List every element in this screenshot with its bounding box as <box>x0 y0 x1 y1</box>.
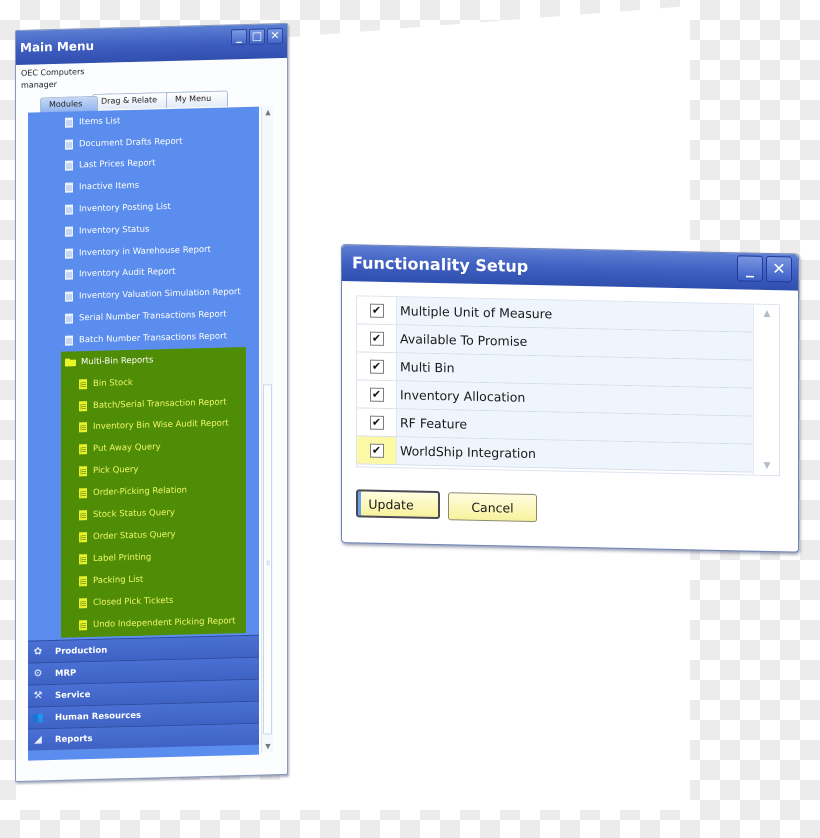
update-button[interactable]: Update <box>356 489 440 520</box>
tree-scrollbar[interactable]: ▲ ⠿ ▼ <box>261 106 274 753</box>
module-label: Human Resources <box>55 710 142 723</box>
document-icon <box>79 400 87 411</box>
multi-bin-item-label: Undo Independent Picking Report <box>93 615 236 630</box>
minimize-button[interactable]: _ <box>231 28 247 46</box>
dialog-minimize-button[interactable]: _ <box>737 255 763 282</box>
folder-open-icon <box>65 358 76 366</box>
close-button[interactable]: ✕ <box>267 27 283 45</box>
checkbox-cell: ✔ <box>357 408 397 437</box>
tree-item-label: Serial Number Transactions Report <box>79 309 227 324</box>
document-icon <box>65 160 73 172</box>
feature-checkbox[interactable]: ✔ <box>369 303 384 318</box>
cancel-button[interactable]: Cancel <box>448 492 537 523</box>
tree-item-label: Document Drafts Report <box>79 136 183 150</box>
multi-bin-item-label: Order Status Query <box>93 529 176 542</box>
scroll-thumb[interactable]: ⠿ <box>263 384 272 735</box>
document-icon <box>65 204 73 215</box>
maximize-button[interactable]: □ <box>249 28 265 45</box>
grid-scrollbar[interactable]: ▲ ▼ <box>753 304 780 476</box>
wrench-icon: ⚒ <box>33 690 43 702</box>
main-menu-window: Main Menu _ □ ✕ OEC Computers manager Dr… <box>15 22 288 782</box>
people-icon: 👥 <box>31 712 45 725</box>
multi-bin-item-label: Label Printing <box>93 552 152 564</box>
checkbox-cell: ✔ <box>357 436 397 465</box>
tree-item-label: Inventory Posting List <box>79 201 171 215</box>
multi-bin-item-label: Closed Pick Tickets <box>93 595 174 608</box>
feature-checkbox[interactable]: ✔ <box>369 331 384 346</box>
multi-bin-folder: Multi-Bin Reports Bin Stock Batch/Serial … <box>61 346 246 639</box>
document-icon <box>79 444 87 455</box>
checkbox-cell: ✔ <box>357 324 397 353</box>
grid-scroll-down-icon[interactable]: ▼ <box>754 461 780 472</box>
scroll-up-arrow-icon[interactable]: ▲ <box>262 106 274 118</box>
module-label: Production <box>55 645 108 657</box>
multi-bin-item[interactable]: Undo Independent Picking Report <box>61 610 246 637</box>
main-menu-title: Main Menu <box>20 38 95 55</box>
features-grid: ✔ Multiple Unit of Measure ✔ Available To P… <box>356 295 780 477</box>
tree-item-label: Inventory Status <box>79 224 150 237</box>
multi-bin-item-label: Pick Query <box>93 465 139 477</box>
module-tree: Items List Document Drafts Report Last Pri… <box>28 106 259 761</box>
grip-icon: ⠿ <box>266 560 271 568</box>
document-icon <box>65 182 73 193</box>
tab-my-menu[interactable]: My Menu <box>166 90 228 109</box>
document-icon <box>79 619 87 630</box>
document-icon <box>65 335 73 346</box>
dialog-close-button[interactable]: ✕ <box>766 255 792 283</box>
document-icon <box>79 378 87 390</box>
tree-item-label: Inventory in Warehouse Report <box>79 244 211 258</box>
document-icon <box>65 313 73 324</box>
mrp-icon: ⚙ <box>33 668 43 680</box>
multi-bin-folder-label: Multi-Bin Reports <box>81 355 154 368</box>
tree-item-label: Last Prices Report <box>79 158 156 171</box>
main-menu-titlebar: Main Menu _ □ ✕ <box>16 23 287 65</box>
tree-item-label: Items List <box>79 116 121 128</box>
document-icon <box>79 532 87 543</box>
feature-checkbox[interactable]: ✔ <box>369 443 384 458</box>
feature-checkbox[interactable]: ✔ <box>369 359 384 374</box>
document-icon <box>65 117 73 128</box>
tree-item-label: Inventory Valuation Simulation Report <box>79 287 241 302</box>
document-icon <box>65 248 73 259</box>
dialog-title: Functionality Setup <box>352 253 529 276</box>
chart-icon: ◢ <box>34 734 42 746</box>
checkbox-cell: ✔ <box>357 296 397 325</box>
module-label: Service <box>55 689 91 701</box>
checkbox-cell: ✔ <box>357 380 397 409</box>
dialog-titlebar: Functionality Setup _ ✕ <box>342 245 798 291</box>
gear-icon: ✿ <box>33 646 43 658</box>
multi-bin-item-label: Packing List <box>93 574 144 586</box>
multi-bin-item-label: Stock Status Query <box>93 507 175 521</box>
module-reports[interactable]: ◢ Reports <box>28 723 259 752</box>
tree-item-label: Batch Number Transactions Report <box>79 331 227 346</box>
document-icon <box>79 466 87 477</box>
document-icon <box>79 553 87 565</box>
feature-checkbox[interactable]: ✔ <box>369 387 384 402</box>
grid-scroll-up-icon[interactable]: ▲ <box>754 309 780 320</box>
document-icon <box>65 139 73 150</box>
module-label: MRP <box>55 668 77 679</box>
document-icon <box>65 269 73 281</box>
multi-bin-item-label: Put Away Query <box>93 442 161 455</box>
tree-item-label: Inventory Audit Report <box>79 267 176 280</box>
functionality-setup-dialog: Functionality Setup _ ✕ ✔ Multiple Unit o… <box>341 244 799 553</box>
backdrop-reflection <box>16 780 690 810</box>
multi-bin-item-label: Bin Stock <box>93 377 133 389</box>
document-icon <box>65 226 73 237</box>
checkbox-cell: ✔ <box>357 352 397 381</box>
multi-bin-item-label: Batch/Serial Transaction Report <box>93 397 227 411</box>
feature-checkbox[interactable]: ✔ <box>369 415 384 430</box>
tree-item-label: Inactive Items <box>79 181 140 193</box>
scroll-down-arrow-icon[interactable]: ▼ <box>262 740 274 752</box>
document-icon <box>79 510 87 521</box>
multi-bin-item-label: Order-Picking Relation <box>93 485 188 499</box>
document-icon <box>65 291 73 302</box>
document-icon <box>79 488 87 499</box>
document-icon <box>79 575 87 587</box>
multi-bin-item-label: Inventory Bin Wise Audit Report <box>93 418 229 433</box>
tab-drag-relate[interactable]: Drag & Relate <box>92 91 170 110</box>
module-label: Reports <box>55 733 93 745</box>
document-icon <box>79 422 87 433</box>
document-icon <box>79 597 87 608</box>
